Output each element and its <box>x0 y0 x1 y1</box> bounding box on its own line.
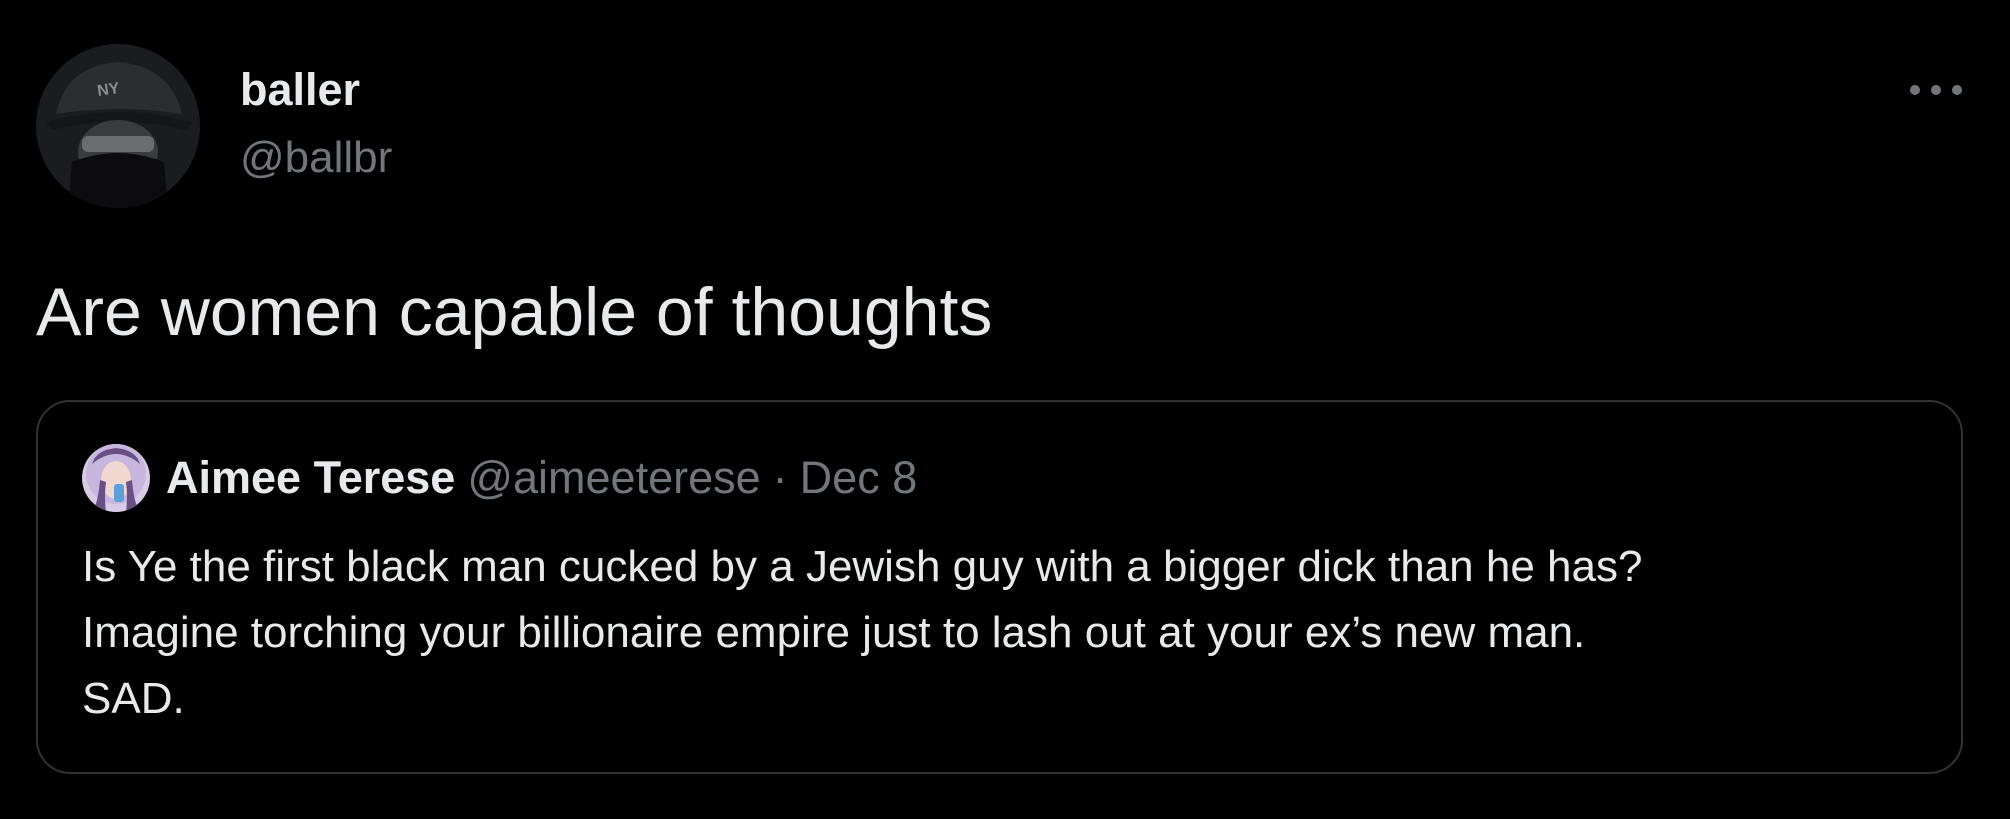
more-options-icon <box>1910 85 1920 95</box>
author-display-name[interactable]: baller <box>240 62 392 118</box>
quoted-separator: · <box>772 452 788 503</box>
author-avatar[interactable]: NY <box>36 44 200 208</box>
tweet: NY baller @ballbr Are women capable of t… <box>0 0 2010 819</box>
quoted-tweet-header: Aimee Terese @aimeeterese · Dec 8 <box>82 442 917 514</box>
quoted-tweet-text: Is Ye the first black man cucked by a Je… <box>82 534 1922 732</box>
quoted-text-line: SAD. <box>82 674 185 723</box>
quoted-author-handle[interactable]: @aimeeterese <box>467 452 760 504</box>
tweet-text: Are women capable of thoughts <box>36 274 993 350</box>
more-options-button[interactable] <box>1906 70 1966 110</box>
quoted-author-display-name[interactable]: Aimee Terese <box>166 452 455 504</box>
more-options-icon-dot <box>1952 85 1962 95</box>
more-options-icon-dot <box>1931 85 1941 95</box>
avatar-photo-icon <box>82 444 150 512</box>
quoted-author-avatar[interactable] <box>82 444 150 512</box>
quoted-text-line: Imagine torching your billionaire empire… <box>82 608 1586 657</box>
author-info[interactable]: baller @ballbr <box>240 62 392 186</box>
quoted-date[interactable]: Dec 8 <box>800 452 918 504</box>
quoted-tweet[interactable]: Aimee Terese @aimeeterese · Dec 8 Is Ye … <box>36 400 1963 774</box>
svg-text:NY: NY <box>96 80 121 100</box>
avatar-photo-icon: NY <box>36 44 200 208</box>
author-handle[interactable]: @ballbr <box>240 130 392 186</box>
quoted-text-line: Is Ye the first black man cucked by a Je… <box>82 542 1643 591</box>
